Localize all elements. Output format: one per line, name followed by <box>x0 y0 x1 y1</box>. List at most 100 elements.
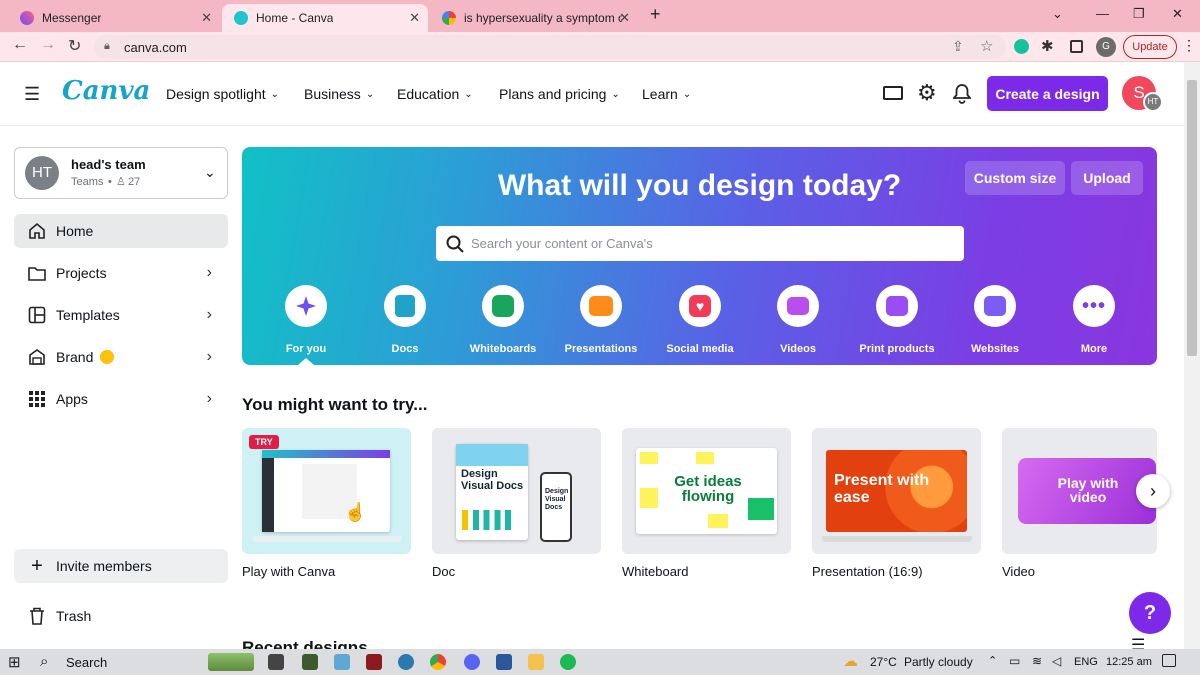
minimize-icon[interactable]: — <box>1096 6 1109 21</box>
side-panel-icon[interactable] <box>1070 40 1083 53</box>
search-icon[interactable]: ⌕ <box>40 653 48 670</box>
category-websites[interactable]: Websites <box>940 285 1050 355</box>
chrome-icon[interactable] <box>430 654 446 670</box>
category-for-you[interactable]: For you <box>251 285 361 365</box>
lock-icon: 🔒︎ <box>104 40 110 52</box>
tab-messenger[interactable]: Messenger ✕ <box>8 4 220 32</box>
app-icon[interactable] <box>302 654 318 670</box>
forward-arrow-icon[interactable]: → <box>40 36 56 54</box>
card-play-with-canva[interactable]: ☝ TRY Play with Canva <box>242 428 411 579</box>
category-whiteboards[interactable]: Whiteboards <box>448 285 558 355</box>
sidebar-item-home[interactable]: Home <box>14 214 228 248</box>
presentation-icon <box>580 285 622 327</box>
category-presentations[interactable]: Presentations <box>546 285 656 355</box>
menu-education[interactable]: Education ⌄ <box>397 86 473 102</box>
taskbar-search-label[interactable]: Search <box>66 655 107 670</box>
tab-search-chevron-icon[interactable]: ⌄ <box>1052 6 1063 22</box>
close-icon[interactable]: ✕ <box>619 10 630 26</box>
reload-icon[interactable]: ↻ <box>68 36 81 56</box>
canva-logo[interactable]: Canva <box>62 76 150 106</box>
task-view-icon[interactable] <box>268 654 284 670</box>
sidebar-item-apps[interactable]: Apps › <box>14 382 228 416</box>
invite-members-label: Invite members <box>56 558 152 574</box>
sidebar-item-brand[interactable]: Brand › <box>14 340 228 374</box>
help-button[interactable]: ? <box>1129 592 1171 634</box>
sidebar-item-label: Apps <box>56 391 88 407</box>
category-videos[interactable]: Videos <box>743 285 853 355</box>
category-social-media[interactable]: ♥ Social media <box>645 285 755 355</box>
settings-gear-icon[interactable]: ⚙ <box>917 80 937 106</box>
tab-google-search[interactable]: is hypersexuality a symptom of b ✕ <box>430 4 638 32</box>
desktop-app-icon[interactable] <box>883 86 903 100</box>
team-switcher[interactable]: HT head's team Teams • ♙ 27 ⌄ <box>14 147 228 199</box>
card-whiteboard[interactable]: Get ideas flowing Whiteboard <box>622 428 791 579</box>
new-tab-button[interactable]: + <box>650 4 661 25</box>
category-label: Print products <box>859 343 935 355</box>
category-label: For you <box>285 343 327 355</box>
word-icon[interactable] <box>496 654 512 670</box>
screen-header-bar <box>262 450 390 458</box>
sidebar-item-templates[interactable]: Templates › <box>14 298 228 332</box>
discord-icon[interactable] <box>464 654 480 670</box>
app-icon[interactable] <box>398 654 414 670</box>
update-button[interactable]: Update <box>1123 35 1177 59</box>
restore-icon[interactable]: ❐ <box>1133 6 1145 22</box>
windows-start-icon[interactable]: ⊞ <box>8 653 21 671</box>
extensions-icon[interactable]: ✱ <box>1041 37 1054 55</box>
custom-size-button[interactable]: Custom size <box>965 161 1065 195</box>
app-icon[interactable] <box>366 654 382 670</box>
invite-members-button[interactable]: + Invite members <box>14 549 228 583</box>
more-menu-icon[interactable]: ⋮ <box>1182 37 1196 54</box>
battery-icon[interactable]: ▭ <box>1009 654 1020 668</box>
card-video[interactable]: Play with video Video <box>1002 428 1157 579</box>
category-docs[interactable]: Docs <box>350 285 460 355</box>
sticky-note <box>696 452 714 464</box>
menu-label: Plans and pricing <box>499 86 607 102</box>
upload-button[interactable]: Upload <box>1071 161 1143 195</box>
search-input[interactable]: Search your content or Canva's <box>436 226 964 261</box>
chevron-down-icon: ⌄ <box>611 88 620 100</box>
language-indicator[interactable]: ENG <box>1074 656 1098 668</box>
hamburger-menu-icon[interactable]: ☰ <box>24 84 40 105</box>
tab-label: Home - Canva <box>256 11 334 25</box>
category-print-products[interactable]: Print products <box>842 285 952 355</box>
chevron-down-icon: ⌄ <box>365 88 375 100</box>
list-view-icon[interactable]: ☰ <box>1131 638 1145 649</box>
volume-icon[interactable]: ◁ <box>1052 654 1061 668</box>
grammarly-icon[interactable] <box>1014 39 1029 54</box>
back-arrow-icon[interactable]: ← <box>12 36 28 54</box>
menu-learn[interactable]: Learn ⌄ <box>642 86 691 102</box>
category-more[interactable]: ••• More <box>1039 285 1149 355</box>
card-presentation[interactable]: Present with ease Presentation (16:9) <box>812 428 981 579</box>
close-icon[interactable]: ✕ <box>409 10 420 26</box>
profile-avatar[interactable]: G <box>1096 37 1116 57</box>
notification-center-icon[interactable] <box>1162 654 1176 667</box>
bookmark-star-icon[interactable]: ☆ <box>980 37 993 55</box>
scrollbar-thumb[interactable] <box>1187 80 1197 356</box>
menu-business[interactable]: Business ⌄ <box>304 86 374 102</box>
notifications-bell-icon[interactable] <box>953 84 971 104</box>
menu-plans-and-pricing[interactable]: Plans and pricing ⌄ <box>499 86 620 102</box>
spotify-icon[interactable] <box>560 654 576 670</box>
address-bar[interactable]: 🔒︎ canva.com ⇪ ☆ <box>94 35 1006 59</box>
card-doc[interactable]: Design Visual Docs Design Visual Docs Do… <box>432 428 601 579</box>
search-icon <box>446 235 464 253</box>
tab-canva[interactable]: Home - Canva ✕ <box>222 4 428 32</box>
wifi-icon[interactable]: ≋ <box>1032 654 1042 668</box>
create-design-button[interactable]: Create a design <box>987 76 1108 111</box>
clock[interactable]: 12:25 am <box>1106 656 1152 668</box>
carousel-next-button[interactable]: › <box>1136 474 1170 508</box>
close-icon[interactable]: ✕ <box>201 10 212 26</box>
templates-icon <box>28 306 46 324</box>
chevron-up-icon[interactable]: ⌃ <box>988 654 997 667</box>
close-window-icon[interactable]: ✕ <box>1172 6 1183 22</box>
file-explorer-icon[interactable] <box>528 654 544 670</box>
sidebar-item-projects[interactable]: Projects › <box>14 256 228 290</box>
menu-design-spotlight[interactable]: Design spotlight ⌄ <box>166 86 279 102</box>
sidebar-item-trash[interactable]: Trash <box>14 599 228 633</box>
app-icon[interactable] <box>334 654 350 670</box>
page-scrollbar[interactable] <box>1184 62 1200 649</box>
category-label: Docs <box>391 343 419 355</box>
share-icon[interactable]: ⇪ <box>952 38 964 55</box>
sticky-note <box>640 452 658 464</box>
